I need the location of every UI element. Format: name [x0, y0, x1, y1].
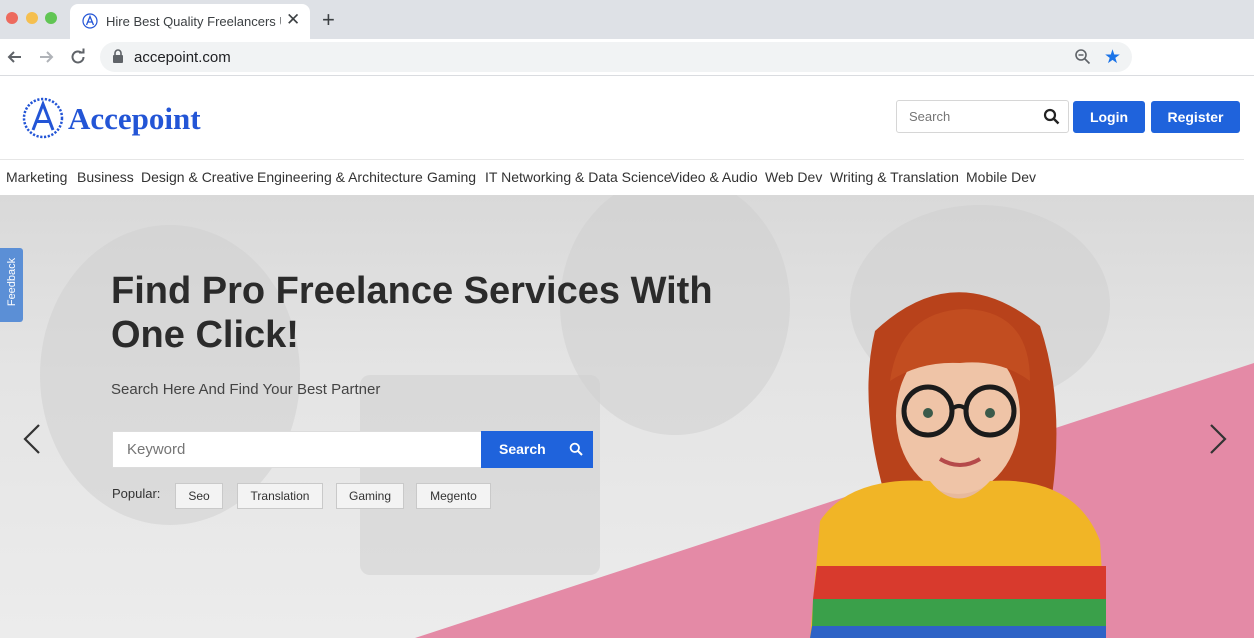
category-marketing[interactable]: Marketing	[6, 169, 67, 185]
category-business[interactable]: Business	[77, 169, 134, 185]
site-header: Accepoint Login Register	[0, 77, 1254, 159]
popular-tag-gaming[interactable]: Gaming	[336, 483, 404, 509]
search-icon[interactable]	[1043, 108, 1060, 125]
new-tab-icon[interactable]: +	[322, 7, 335, 33]
keyword-search	[112, 431, 481, 468]
browser-tabstrip: Hire Best Quality Freelancers U ✕ +	[0, 0, 1254, 39]
logo-text: Accepoint	[68, 101, 201, 136]
category-gaming[interactable]: Gaming	[427, 169, 476, 185]
hero-search-button[interactable]: Search	[481, 431, 593, 468]
hero-subtitle: Search Here And Find Your Best Partner	[111, 381, 381, 398]
carousel-next-icon[interactable]	[1208, 423, 1228, 455]
window-maximize-button[interactable]	[45, 12, 57, 24]
register-button[interactable]: Register	[1151, 101, 1240, 133]
popular-tag-translation[interactable]: Translation	[237, 483, 323, 509]
hero-banner: Find Pro Freelance Services With One Cli…	[0, 195, 1254, 638]
feedback-tab[interactable]: Feedback	[0, 248, 23, 322]
feedback-label: Feedback	[6, 257, 18, 307]
window-close-button[interactable]	[6, 12, 18, 24]
window-minimize-button[interactable]	[26, 12, 38, 24]
popular-tag-seo[interactable]: Seo	[175, 483, 223, 509]
address-bar[interactable]: accepoint.com ★	[100, 42, 1132, 72]
category-nav: Marketing Business Design & Creative Eng…	[0, 160, 1254, 195]
category-it-networking-data-science[interactable]: IT Networking & Data Science	[485, 169, 672, 185]
category-engineering-architecture[interactable]: Engineering & Architecture	[257, 169, 423, 185]
keyword-input[interactable]	[113, 432, 481, 467]
carousel-prev-icon[interactable]	[22, 423, 42, 455]
search-icon	[569, 442, 583, 456]
header-search	[896, 100, 1069, 133]
site-favicon-icon	[82, 13, 98, 29]
hero-woman-illustration	[810, 292, 1106, 638]
logo-a-icon	[22, 97, 64, 139]
zoom-icon[interactable]	[1074, 48, 1091, 65]
category-design-creative[interactable]: Design & Creative	[141, 169, 254, 185]
site-logo[interactable]: Accepoint	[22, 97, 212, 143]
bookmark-star-icon[interactable]: ★	[1104, 46, 1121, 69]
login-button[interactable]: Login	[1073, 101, 1145, 133]
forward-icon[interactable]	[37, 48, 55, 66]
category-video-audio[interactable]: Video & Audio	[670, 169, 758, 185]
category-writing-translation[interactable]: Writing & Translation	[830, 169, 959, 185]
popular-tag-megento[interactable]: Megento	[416, 483, 491, 509]
browser-tab[interactable]: Hire Best Quality Freelancers U ✕	[70, 4, 310, 39]
category-mobile-dev[interactable]: Mobile Dev	[966, 169, 1036, 185]
header-search-input[interactable]	[897, 101, 1037, 132]
tab-close-icon[interactable]: ✕	[286, 10, 300, 30]
browser-toolbar: accepoint.com ★ H ⋮	[0, 39, 1254, 107]
hero-title: Find Pro Freelance Services With One Cli…	[111, 270, 713, 356]
back-icon[interactable]	[6, 48, 24, 66]
category-web-dev[interactable]: Web Dev	[765, 169, 822, 185]
hero-search-label: Search	[499, 441, 546, 457]
tab-title: Hire Best Quality Freelancers U	[106, 14, 281, 29]
url-text: accepoint.com	[134, 49, 231, 66]
reload-icon[interactable]	[69, 48, 87, 66]
popular-label: Popular:	[112, 486, 161, 501]
lock-icon	[113, 49, 123, 63]
